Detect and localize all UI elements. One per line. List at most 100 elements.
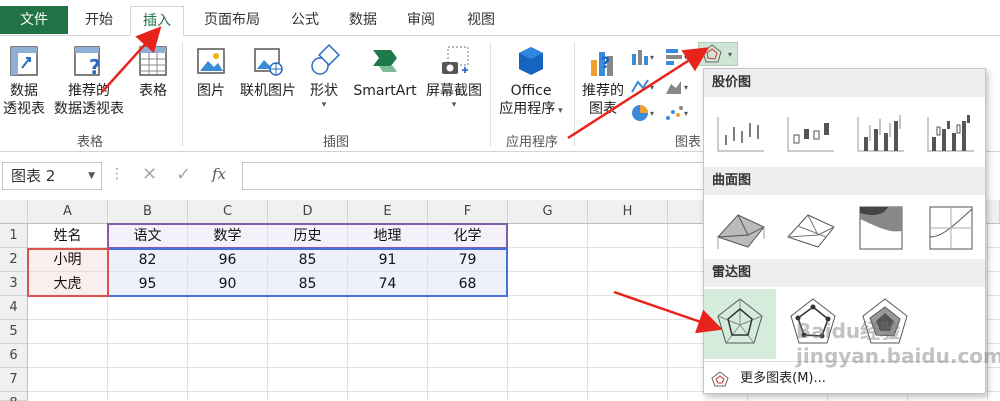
pivot-table-icon <box>10 46 38 76</box>
svg-text:▾: ▾ <box>684 53 688 62</box>
column-header[interactable]: G <box>508 200 588 224</box>
svg-text:▾: ▾ <box>684 83 688 92</box>
line-chart-icon[interactable]: ▾ <box>630 76 658 96</box>
values-range <box>107 248 508 297</box>
bar-chart-icon[interactable]: ▾ <box>664 46 692 66</box>
screenshot-icon <box>442 46 469 74</box>
surface-chart-option-2[interactable] <box>778 197 844 259</box>
recommended-charts-button[interactable]: ? 推荐的 图表 <box>578 44 628 118</box>
row-header[interactable]: 5 <box>0 320 28 344</box>
office-apps-label-1: Office <box>510 83 552 99</box>
column-header[interactable]: C <box>188 200 268 224</box>
radar-chart-option-1[interactable] <box>704 289 776 359</box>
svg-text:?: ? <box>89 55 101 78</box>
surface-chart-icon <box>929 206 973 250</box>
surface-chart-option-1[interactable] <box>708 197 774 259</box>
name-box-value: 图表 2 <box>11 167 56 185</box>
tab-view[interactable]: 视图 <box>454 6 508 36</box>
svg-text:▾: ▾ <box>650 53 654 62</box>
tab-review[interactable]: 审阅 <box>396 6 446 36</box>
scatter-chart-icon[interactable]: ▾ <box>664 102 692 124</box>
group-separator <box>182 42 183 146</box>
select-all-corner[interactable] <box>0 200 28 224</box>
group-separator <box>490 42 491 146</box>
picture-icon <box>197 48 225 74</box>
surface-chart-option-3[interactable] <box>848 197 914 259</box>
surface-section-header: 曲面图 <box>704 167 985 195</box>
office-apps-dropdown-icon: ▾ <box>555 106 563 116</box>
category-range <box>27 248 109 297</box>
column-header[interactable]: D <box>268 200 348 224</box>
shapes-label: 形状 <box>310 83 338 99</box>
group-charts-label: 图表 <box>674 135 701 150</box>
area-chart-icon[interactable]: ▾ <box>664 76 692 96</box>
online-picture-icon <box>254 48 283 76</box>
svg-text:▾: ▾ <box>650 83 654 92</box>
row-header[interactable]: 2 <box>0 248 28 272</box>
shapes-button[interactable]: 形状 ▾ <box>304 44 344 110</box>
stock-chart-option-1[interactable] <box>708 101 774 163</box>
smartart-button[interactable]: SmartArt <box>348 44 422 100</box>
screenshot-button[interactable]: 屏幕截图 ▾ <box>422 44 486 110</box>
name-box-dropdown-icon[interactable]: ▼ <box>88 163 95 189</box>
group-apps-label: 应用程序 <box>505 135 558 150</box>
stock-chart-option-2[interactable] <box>778 101 844 163</box>
tab-formulas[interactable]: 公式 <box>280 6 330 36</box>
svg-text:▾: ▾ <box>650 109 654 118</box>
series-name-range <box>107 223 508 249</box>
tab-file[interactable]: 文件 <box>0 6 68 34</box>
row-header[interactable]: 8 <box>0 392 28 401</box>
screenshot-dropdown-icon: ▾ <box>451 100 457 110</box>
column-header[interactable]: H <box>588 200 668 224</box>
radar-chart-small-icon <box>711 370 729 386</box>
row-header[interactable]: 7 <box>0 368 28 392</box>
column-header[interactable]: E <box>348 200 428 224</box>
svg-text:▾: ▾ <box>728 50 732 59</box>
office-store-icon <box>519 47 543 75</box>
group-illustrations-label: 插图 <box>322 135 349 150</box>
recommended-charts-label-2: 图表 <box>589 101 617 117</box>
recommended-pivot-label-1: 推荐的 <box>68 83 110 99</box>
name-box[interactable]: 图表 2 ▼ <box>2 162 102 190</box>
pictures-button[interactable]: 图片 <box>190 44 232 100</box>
stock-chart-option-4[interactable] <box>918 101 984 163</box>
pictures-label: 图片 <box>197 83 225 99</box>
online-pictures-button[interactable]: 联机图片 <box>236 44 300 100</box>
insert-function-icon[interactable]: fx <box>212 165 226 183</box>
column-header[interactable]: A <box>28 200 108 224</box>
watermark: Baidu经验 jingyan.baidu.com <box>796 319 1000 368</box>
tab-page-layout[interactable]: 页面布局 <box>194 6 270 36</box>
radar-section-header: 雷达图 <box>704 259 985 287</box>
tab-home[interactable]: 开始 <box>74 6 124 36</box>
cancel-icon[interactable]: ✕ <box>142 164 157 185</box>
surface-chart-option-4[interactable] <box>918 197 984 259</box>
tab-insert[interactable]: 插入 <box>130 6 184 36</box>
recommended-charts-label-1: 推荐的 <box>582 83 624 99</box>
row-header[interactable]: 4 <box>0 296 28 320</box>
recommended-pivot-icon: ? <box>74 46 101 78</box>
formula-input[interactable] <box>242 162 712 190</box>
stock-chart-option-3[interactable] <box>848 101 914 163</box>
row-header[interactable]: 6 <box>0 344 28 368</box>
radar-chart-icon[interactable]: ▾ <box>698 42 738 66</box>
column-header[interactable]: B <box>108 200 188 224</box>
recommended-pivot-button[interactable]: ? 推荐的 数据透视表 <box>48 44 130 118</box>
pie-chart-icon[interactable]: ▾ <box>630 102 658 124</box>
row-header[interactable]: 1 <box>0 224 28 248</box>
cell-a1[interactable]: 姓名 <box>28 224 108 248</box>
stock-chart-icon <box>717 117 764 152</box>
office-apps-button[interactable]: Office 应用程序 ▾ <box>494 44 568 120</box>
pivot-table-button[interactable]: 数据 透视表 <box>2 44 46 118</box>
smartart-label: SmartArt <box>353 83 417 99</box>
row-header[interactable]: 3 <box>0 272 28 296</box>
office-apps-label-2: 应用程序 <box>499 101 556 117</box>
more-charts-item[interactable]: 更多图表(M)... <box>710 367 980 391</box>
pivot-table-label-2: 透视表 <box>3 101 45 117</box>
table-button[interactable]: 表格 <box>132 44 174 100</box>
screenshot-label: 屏幕截图 <box>426 83 482 99</box>
column-chart-icon[interactable]: ▾ <box>630 46 658 66</box>
column-header[interactable]: F <box>428 200 508 224</box>
stock-section-header: 股价图 <box>704 69 985 97</box>
enter-icon[interactable]: ✓ <box>176 164 191 185</box>
tab-data[interactable]: 数据 <box>336 6 390 36</box>
